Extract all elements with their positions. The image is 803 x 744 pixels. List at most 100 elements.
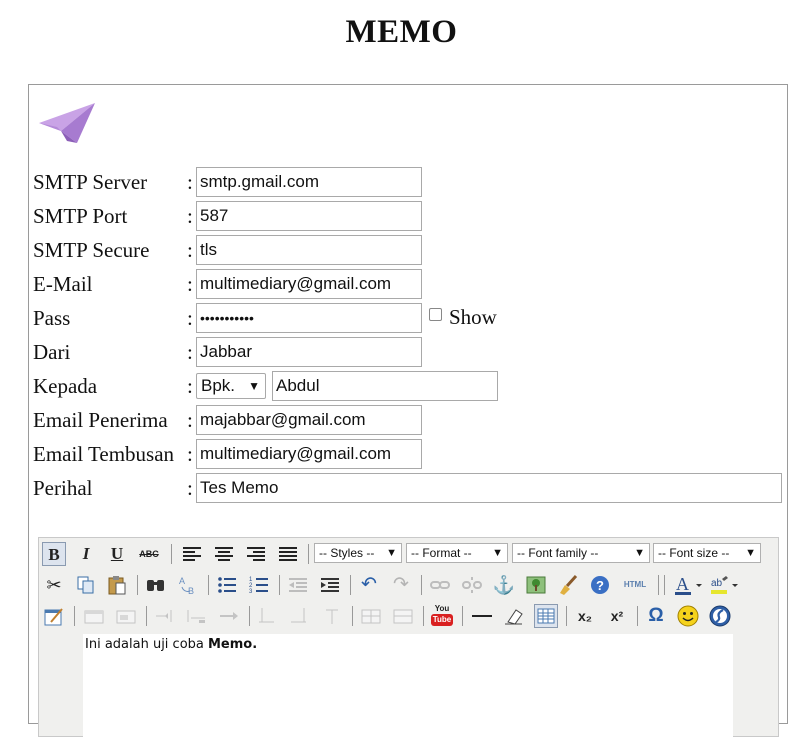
delete-col-icon[interactable] bbox=[320, 604, 344, 628]
toolbar-separator bbox=[566, 606, 567, 626]
editor-content-area[interactable]: Ini adalah uji coba Memo. bbox=[83, 634, 733, 744]
chevron-down-icon: ▼ bbox=[248, 379, 260, 393]
youtube-icon[interactable]: You Tube bbox=[430, 604, 454, 628]
perihal-input[interactable]: Tes Memo bbox=[196, 473, 782, 503]
underline-button[interactable]: U bbox=[105, 542, 129, 566]
svg-text:?: ? bbox=[596, 578, 604, 593]
pass-label: Pass bbox=[33, 306, 71, 330]
toolbar-row-1: B I U ABC -- Styles -- ▼ -- Format -- ▼ … bbox=[40, 539, 779, 569]
toolbar-separator bbox=[664, 575, 665, 595]
subscript-button[interactable]: x₂ bbox=[573, 604, 597, 628]
youtube-text-tube: Tube bbox=[431, 614, 453, 626]
undo-icon[interactable]: ↶ bbox=[357, 573, 381, 597]
align-center-icon[interactable] bbox=[212, 542, 236, 566]
page-title: MEMO bbox=[345, 14, 458, 50]
insert-col-before-icon[interactable] bbox=[256, 604, 280, 628]
insert-layer-icon[interactable] bbox=[82, 604, 106, 628]
superscript-button[interactable]: x² bbox=[605, 604, 629, 628]
dari-input[interactable]: Jabbar bbox=[196, 337, 422, 367]
perihal-label: Perihal bbox=[33, 476, 93, 500]
colon: : bbox=[187, 204, 193, 228]
font-size-dropdown-label: -- Font size -- bbox=[658, 546, 730, 560]
horizontal-rule-icon[interactable] bbox=[470, 604, 494, 628]
colon: : bbox=[187, 374, 193, 398]
bullet-list-icon[interactable] bbox=[215, 573, 239, 597]
replace-icon[interactable]: AB bbox=[176, 573, 200, 597]
paper-plane-icon bbox=[37, 101, 97, 145]
layer-properties-icon[interactable] bbox=[114, 604, 138, 628]
show-password-label: Show bbox=[449, 305, 497, 329]
redo-icon[interactable]: ↷ bbox=[389, 573, 413, 597]
toolbar-row-3: You Tube x₂ x² Ω bbox=[40, 601, 779, 631]
paste-icon[interactable] bbox=[105, 573, 129, 597]
copy-icon[interactable] bbox=[74, 573, 98, 597]
html-source-button[interactable]: HTML bbox=[620, 573, 650, 597]
merge-cells-icon[interactable] bbox=[391, 604, 415, 628]
format-dropdown[interactable]: -- Format -- ▼ bbox=[406, 543, 508, 563]
chevron-down-icon: ▼ bbox=[386, 547, 397, 559]
email-penerima-label: Email Penerima bbox=[33, 408, 168, 432]
dari-label: Dari bbox=[33, 340, 71, 364]
indent-icon[interactable] bbox=[318, 573, 342, 597]
unlink-icon[interactable] bbox=[460, 573, 484, 597]
font-family-dropdown[interactable]: -- Font family -- ▼ bbox=[512, 543, 650, 563]
svg-text:3: 3 bbox=[249, 589, 253, 595]
kepada-name-input[interactable]: Abdul bbox=[272, 371, 498, 401]
show-password-checkbox[interactable] bbox=[429, 308, 442, 321]
toolbar-separator bbox=[421, 575, 422, 595]
colon: : bbox=[187, 408, 193, 432]
chevron-down-icon: ▼ bbox=[492, 547, 503, 559]
outdent-icon[interactable] bbox=[286, 573, 310, 597]
colon: : bbox=[187, 272, 193, 296]
svg-text:ab: ab bbox=[711, 578, 723, 589]
edit-css-icon[interactable] bbox=[42, 604, 66, 628]
strikethrough-button[interactable]: ABC bbox=[137, 542, 161, 566]
styles-dropdown[interactable]: -- Styles -- ▼ bbox=[314, 543, 402, 563]
toolbar-separator bbox=[249, 606, 250, 626]
special-char-button[interactable]: Ω bbox=[644, 604, 668, 628]
font-family-dropdown-label: -- Font family -- bbox=[517, 546, 599, 560]
email-input[interactable]: multimediary@gmail.com bbox=[196, 269, 422, 299]
password-input[interactable]: ••••••••••• bbox=[196, 303, 422, 333]
align-justify-icon[interactable] bbox=[276, 542, 300, 566]
image-icon[interactable] bbox=[524, 573, 548, 597]
highlight-color-icon[interactable]: ab bbox=[708, 573, 742, 597]
emoticons-icon[interactable] bbox=[676, 604, 700, 628]
split-cells-icon[interactable] bbox=[359, 604, 383, 628]
link-icon[interactable] bbox=[428, 573, 452, 597]
editor-content-bold: Memo. bbox=[208, 637, 258, 652]
italic-button[interactable]: I bbox=[74, 542, 98, 566]
smtp-secure-input[interactable]: tls bbox=[196, 235, 422, 265]
colon: : bbox=[187, 238, 193, 262]
flash-media-icon[interactable] bbox=[708, 604, 732, 628]
colon: : bbox=[187, 170, 193, 194]
remove-format-icon[interactable] bbox=[502, 604, 526, 628]
insert-row-before-icon[interactable] bbox=[153, 604, 177, 628]
toolbar-row-2: ✂ AB 123 ↶ ↷ ⚓ ? HTML A ab bbox=[40, 570, 779, 600]
text-color-icon[interactable]: A bbox=[672, 573, 706, 597]
find-icon[interactable] bbox=[144, 573, 168, 597]
delete-row-icon[interactable] bbox=[217, 604, 241, 628]
memo-form-panel: SMTP Server : smtp.gmail.com SMTP Port :… bbox=[28, 84, 788, 744]
svg-text:A: A bbox=[179, 576, 185, 586]
numbered-list-icon[interactable]: 123 bbox=[247, 573, 271, 597]
help-icon[interactable]: ? bbox=[588, 573, 612, 597]
email-tembusan-input[interactable]: multimediary@gmail.com bbox=[196, 439, 422, 469]
smtp-secure-label: SMTP Secure bbox=[33, 238, 150, 262]
anchor-icon[interactable]: ⚓ bbox=[492, 573, 516, 597]
insert-row-after-icon[interactable] bbox=[185, 604, 209, 628]
cut-icon[interactable]: ✂ bbox=[42, 573, 66, 597]
smtp-server-input[interactable]: smtp.gmail.com bbox=[196, 167, 422, 197]
align-right-icon[interactable] bbox=[244, 542, 268, 566]
font-size-dropdown[interactable]: -- Font size -- ▼ bbox=[653, 543, 761, 563]
bold-button[interactable]: B bbox=[42, 542, 66, 566]
email-penerima-input[interactable]: majabbar@gmail.com bbox=[196, 405, 422, 435]
visual-aid-icon[interactable] bbox=[534, 604, 558, 628]
insert-col-after-icon[interactable] bbox=[288, 604, 312, 628]
smtp-port-input[interactable]: 587 bbox=[196, 201, 422, 231]
cleanup-brush-icon[interactable] bbox=[556, 573, 580, 597]
kepada-title-select[interactable]: Bpk. ▼ bbox=[196, 373, 266, 399]
kepada-label: Kepada bbox=[33, 374, 98, 398]
toolbar-separator bbox=[171, 544, 172, 564]
align-left-icon[interactable] bbox=[180, 542, 204, 566]
